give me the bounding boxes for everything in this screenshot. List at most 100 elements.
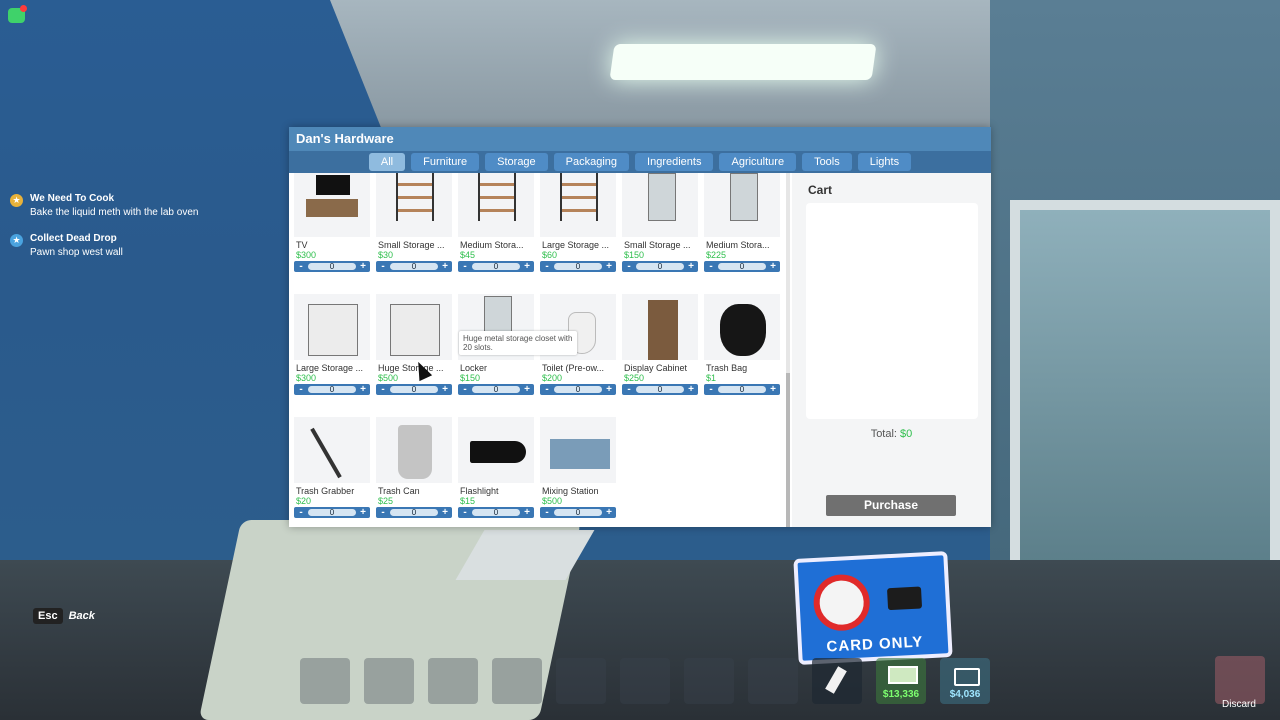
- decrease-button[interactable]: -: [458, 384, 472, 395]
- product-card[interactable]: Flashlight $15-0 +: [458, 417, 534, 527]
- decrease-button[interactable]: -: [622, 261, 636, 272]
- quantity-value[interactable]: 0: [554, 386, 602, 394]
- decrease-button[interactable]: -: [540, 384, 554, 395]
- tab-lights[interactable]: Lights: [857, 153, 912, 171]
- purchase-button[interactable]: Purchase: [826, 495, 956, 516]
- quantity-value[interactable]: 0: [390, 386, 438, 394]
- product-card[interactable]: Small Storage ... $150-0 +: [622, 173, 698, 294]
- quantity-value[interactable]: 0: [718, 263, 766, 271]
- tab-agriculture[interactable]: Agriculture: [719, 153, 797, 171]
- product-image[interactable]: [294, 417, 370, 483]
- hotbar-slot[interactable]: [748, 658, 798, 704]
- increase-button[interactable]: +: [356, 261, 370, 272]
- decrease-button[interactable]: -: [294, 507, 308, 518]
- product-image[interactable]: [376, 417, 452, 483]
- quantity-value[interactable]: 0: [308, 263, 356, 271]
- decrease-button[interactable]: -: [622, 384, 636, 395]
- product-card[interactable]: Trash Grabber $20-0 +: [294, 417, 370, 527]
- product-image[interactable]: [540, 417, 616, 483]
- product-image[interactable]: [458, 417, 534, 483]
- product-image[interactable]: [376, 173, 452, 237]
- product-image[interactable]: [622, 173, 698, 237]
- product-card[interactable]: Locker $150-0 +: [458, 294, 534, 417]
- increase-button[interactable]: +: [602, 261, 616, 272]
- scrollbar[interactable]: [786, 173, 790, 527]
- tab-tools[interactable]: Tools: [802, 153, 852, 171]
- increase-button[interactable]: +: [520, 384, 534, 395]
- decrease-button[interactable]: -: [294, 261, 308, 272]
- decrease-button[interactable]: -: [376, 384, 390, 395]
- cash-slot[interactable]: $13,336: [876, 658, 926, 704]
- product-card[interactable]: TV $300-0 +: [294, 173, 370, 294]
- increase-button[interactable]: +: [356, 507, 370, 518]
- tab-storage[interactable]: Storage: [485, 153, 548, 171]
- quantity-value[interactable]: 0: [554, 263, 602, 271]
- hotbar-slot[interactable]: [684, 658, 734, 704]
- quantity-value[interactable]: 0: [636, 263, 684, 271]
- increase-button[interactable]: +: [438, 507, 452, 518]
- product-card[interactable]: Medium Stora... $225-0 +: [704, 173, 780, 294]
- hotbar-slot-pen[interactable]: [812, 658, 862, 704]
- product-image[interactable]: [376, 294, 452, 360]
- hotbar-slot[interactable]: [620, 658, 670, 704]
- quantity-value[interactable]: 0: [472, 263, 520, 271]
- quantity-value[interactable]: 0: [308, 509, 356, 517]
- tab-packaging[interactable]: Packaging: [553, 153, 630, 171]
- increase-button[interactable]: +: [520, 507, 534, 518]
- tab-furniture[interactable]: Furniture: [411, 153, 480, 171]
- increase-button[interactable]: +: [684, 261, 698, 272]
- quantity-value[interactable]: 0: [472, 386, 520, 394]
- hotbar-slot[interactable]: [556, 658, 606, 704]
- increase-button[interactable]: +: [520, 261, 534, 272]
- increase-button[interactable]: +: [438, 261, 452, 272]
- product-image[interactable]: [458, 173, 534, 237]
- decrease-button[interactable]: -: [458, 261, 472, 272]
- quantity-value[interactable]: 0: [390, 263, 438, 271]
- increase-button[interactable]: +: [438, 384, 452, 395]
- product-card[interactable]: Huge Storage ... $500-0 +: [376, 294, 452, 417]
- back-hint[interactable]: Esc Back: [33, 608, 95, 624]
- increase-button[interactable]: +: [766, 261, 780, 272]
- decrease-button[interactable]: -: [458, 507, 472, 518]
- quantity-value[interactable]: 0: [554, 509, 602, 517]
- product-card[interactable]: Large Storage ... $300-0 +: [294, 294, 370, 417]
- product-card[interactable]: Display Cabinet $250-0 +: [622, 294, 698, 417]
- hotbar-slot[interactable]: [364, 658, 414, 704]
- hotbar-slot[interactable]: [492, 658, 542, 704]
- quantity-value[interactable]: 0: [390, 509, 438, 517]
- decrease-button[interactable]: -: [540, 261, 554, 272]
- increase-button[interactable]: +: [356, 384, 370, 395]
- decrease-button[interactable]: -: [376, 507, 390, 518]
- decrease-button[interactable]: -: [540, 507, 554, 518]
- quantity-value[interactable]: 0: [308, 386, 356, 394]
- decrease-button[interactable]: -: [294, 384, 308, 395]
- product-image[interactable]: [704, 294, 780, 360]
- decrease-button[interactable]: -: [704, 261, 718, 272]
- product-image[interactable]: [540, 173, 616, 237]
- product-card[interactable]: Large Storage ... $60-0 +: [540, 173, 616, 294]
- quantity-value[interactable]: 0: [718, 386, 766, 394]
- product-image[interactable]: [294, 294, 370, 360]
- decrease-button[interactable]: -: [376, 261, 390, 272]
- increase-button[interactable]: +: [602, 507, 616, 518]
- online-balance-slot[interactable]: $4,036: [940, 658, 990, 704]
- quantity-value[interactable]: 0: [636, 386, 684, 394]
- decrease-button[interactable]: -: [704, 384, 718, 395]
- hotbar-slot[interactable]: [300, 658, 350, 704]
- product-card[interactable]: Trash Bag $1-0 +: [704, 294, 780, 417]
- increase-button[interactable]: +: [602, 384, 616, 395]
- product-image[interactable]: [704, 173, 780, 237]
- product-image[interactable]: [622, 294, 698, 360]
- tab-all[interactable]: All: [368, 153, 406, 171]
- product-card[interactable]: Trash Can $25-0 +: [376, 417, 452, 527]
- increase-button[interactable]: +: [766, 384, 780, 395]
- hotbar-slot[interactable]: [428, 658, 478, 704]
- product-image[interactable]: [294, 173, 370, 237]
- product-card[interactable]: Toilet (Pre-ow... $200-0 +: [540, 294, 616, 417]
- discard-slot[interactable]: [1215, 656, 1265, 704]
- product-card[interactable]: Medium Stora... $45-0 +: [458, 173, 534, 294]
- product-card[interactable]: Mixing Station $500-0 +: [540, 417, 616, 527]
- tab-ingredients[interactable]: Ingredients: [635, 153, 714, 171]
- increase-button[interactable]: +: [684, 384, 698, 395]
- quantity-value[interactable]: 0: [472, 509, 520, 517]
